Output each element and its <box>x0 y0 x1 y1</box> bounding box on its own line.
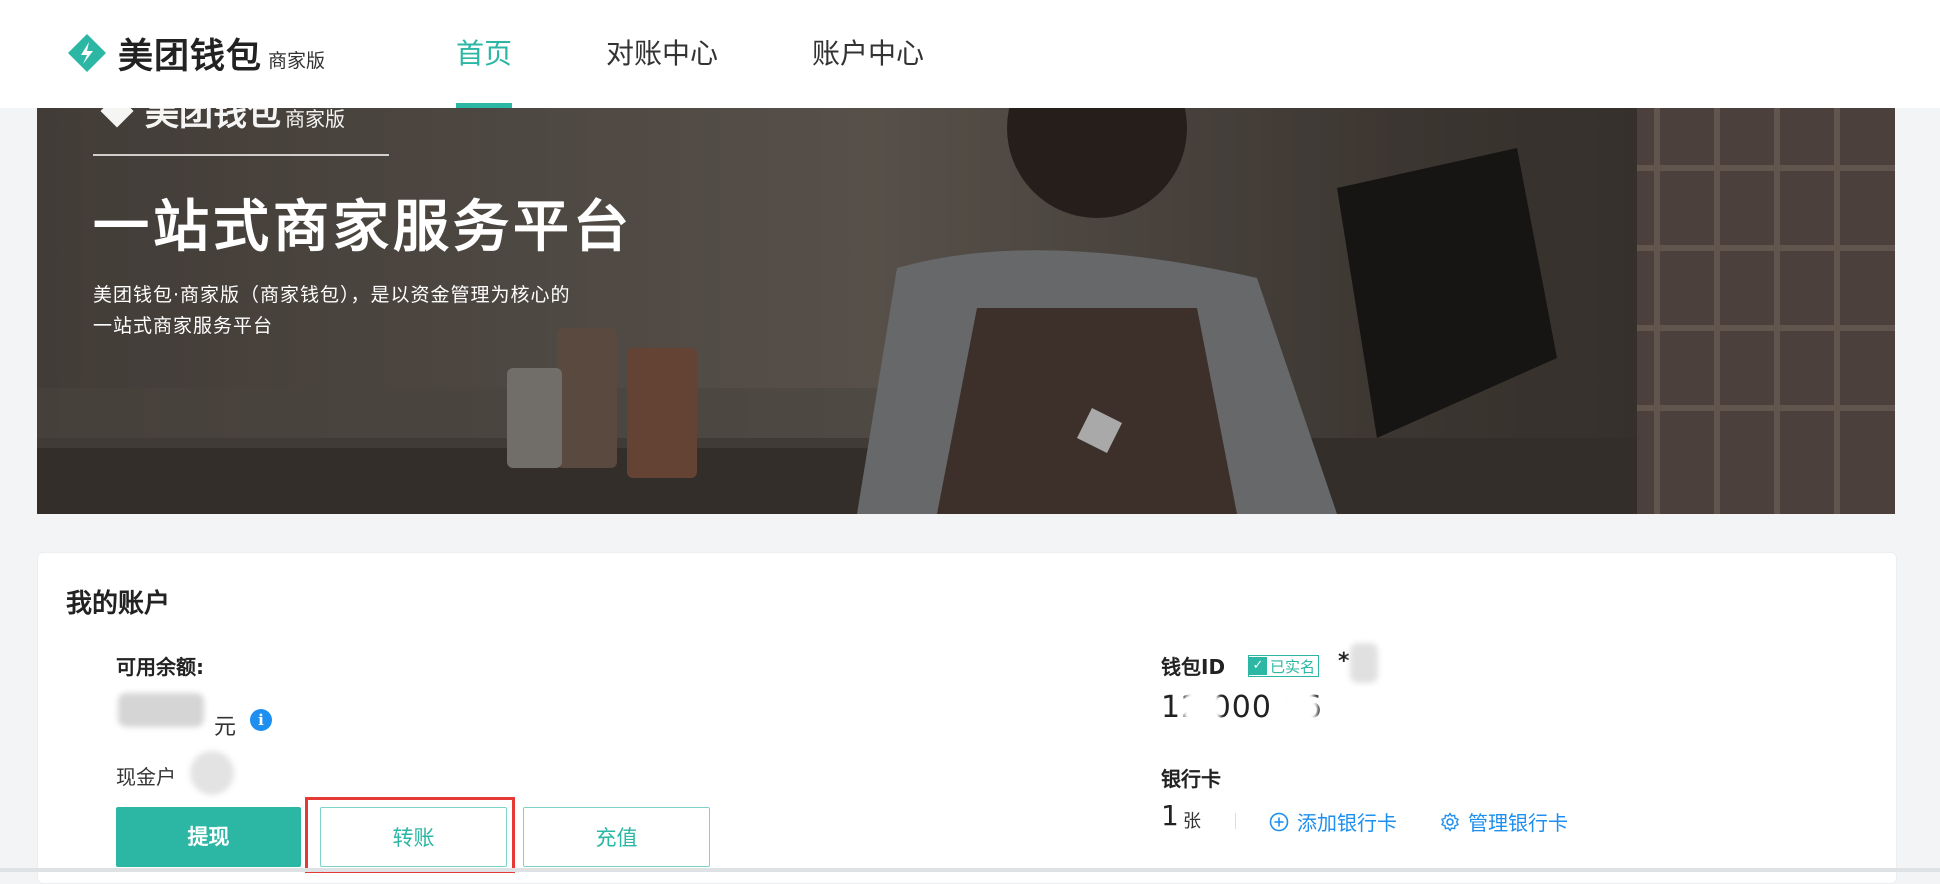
balance-unit: 元 <box>214 715 237 740</box>
add-bank-card-label: 添加银行卡 <box>1297 811 1397 835</box>
meituan-wallet-logo-icon <box>68 34 106 72</box>
bank-card-unit: 张 <box>1183 811 1201 832</box>
wallet-name-redacted <box>1350 643 1378 683</box>
add-bank-card-link[interactable]: 添加银行卡 <box>1269 807 1397 836</box>
nav-tab-account-center[interactable]: 账户中心 <box>812 34 924 74</box>
wallet-id-label: 钱包ID <box>1161 655 1226 679</box>
bank-card-label: 银行卡 <box>1161 767 1221 791</box>
banner-title: 一站式商家服务平台 <box>93 195 633 260</box>
banner-logo-edition: 商家版 <box>285 108 345 131</box>
wallet-id-prefix: * <box>1338 649 1350 674</box>
cash-amount-redacted <box>190 751 234 795</box>
wallet-id-mask-1 <box>1182 687 1222 729</box>
banner-logo-icon <box>100 108 134 128</box>
top-navigation: 美团钱包 商家版 首页 对账中心 账户中心 <box>0 0 1940 108</box>
plus-circle-icon <box>1269 812 1289 831</box>
banner-logo: 美团钱包 商家版 <box>97 108 345 135</box>
brand-logo[interactable]: 美团钱包 商家版 <box>64 30 326 77</box>
verified-badge-text: 已实名 <box>1270 657 1316 676</box>
my-account-card: 我的账户 可用余额: 元 i 现金户 提现 转账 充值 钱包ID ✓ 已实名 *… <box>37 552 1897 884</box>
withdraw-button[interactable]: 提现 <box>116 807 301 867</box>
section-title: 我的账户 <box>66 589 171 619</box>
nav-tab-home[interactable]: 首页 <box>456 34 512 74</box>
bank-card-count: 1 <box>1161 799 1179 832</box>
banner-description-line1: 美团钱包·商家版（商家钱包），是以资金管理为核心的 <box>93 284 571 306</box>
manage-bank-card-link[interactable]: 管理银行卡 <box>1440 807 1568 836</box>
wallet-id-mask-3 <box>1368 687 1408 729</box>
hero-banner: 美团钱包 商家版 一站式商家服务平台 美团钱包·商家版（商家钱包），是以资金管理… <box>37 108 1895 514</box>
brand-edition: 商家版 <box>268 49 326 72</box>
info-icon[interactable]: i <box>250 709 272 731</box>
cash-account-label: 现金户 <box>116 765 176 789</box>
banner-logo-name: 美团钱包 <box>145 108 281 134</box>
verified-badge: ✓ 已实名 <box>1248 655 1320 677</box>
wallet-id-mask-2 <box>1278 687 1318 729</box>
check-icon: ✓ <box>1249 657 1267 675</box>
nav-tab-reconciliation[interactable]: 对账中心 <box>606 34 718 74</box>
divider <box>1235 813 1236 829</box>
balance-label: 可用余额: <box>116 655 204 679</box>
balance-amount-redacted <box>118 693 204 727</box>
recharge-button[interactable]: 充值 <box>523 807 710 867</box>
bottom-edge <box>0 868 1940 872</box>
manage-bank-card-label: 管理银行卡 <box>1468 811 1568 835</box>
active-tab-indicator <box>456 103 512 108</box>
gear-icon <box>1441 811 1459 832</box>
banner-description: 美团钱包·商家版（商家钱包），是以资金管理为核心的 一站式商家服务平台 <box>93 280 653 342</box>
transfer-button[interactable]: 转账 <box>320 807 507 867</box>
brand-name: 美团钱包 <box>118 36 263 77</box>
banner-description-line2: 一站式商家服务平台 <box>93 315 274 337</box>
banner-divider <box>93 154 389 156</box>
